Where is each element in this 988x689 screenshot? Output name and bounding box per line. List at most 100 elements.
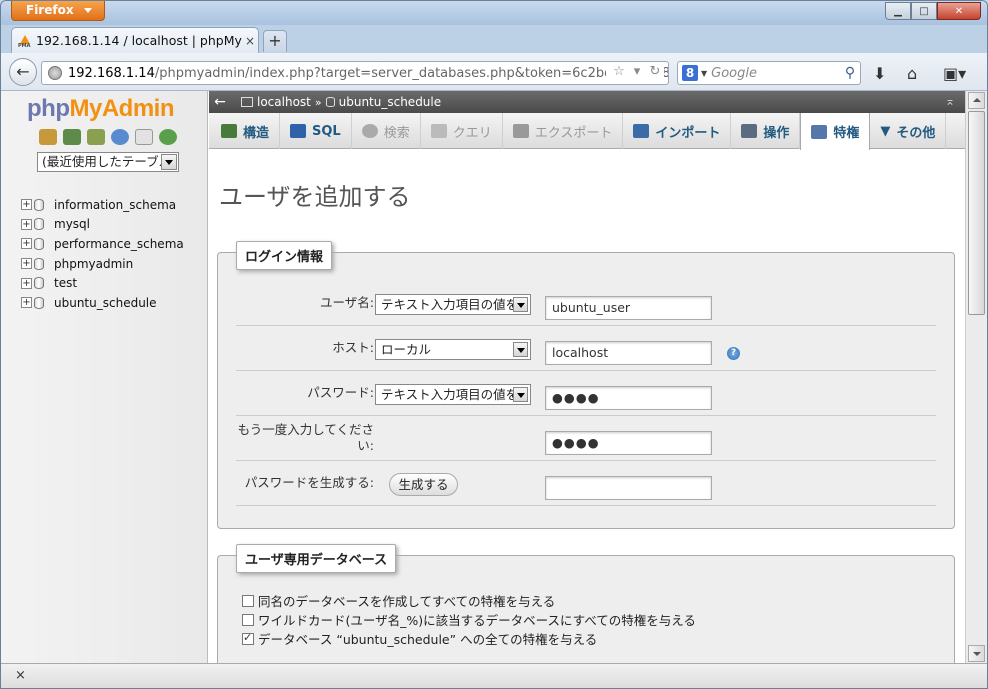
tab-export[interactable]: エクスポート [503, 113, 624, 149]
help-icon[interactable] [111, 129, 129, 145]
database-name[interactable]: mysql [54, 217, 90, 231]
bookmarks-menu-icon[interactable]: ▣▾ [943, 64, 966, 83]
site-identity-icon[interactable] [48, 66, 62, 80]
database-item[interactable]: + ubuntu_schedule [21, 293, 184, 313]
collapse-top-menu-icon[interactable]: ⌅ [945, 94, 955, 108]
login-info-legend: ログイン情報 [236, 241, 333, 270]
tab-operations[interactable]: 操作 [731, 113, 801, 149]
expand-icon[interactable]: + [21, 218, 32, 230]
reload-icon[interactable]: ↻ [646, 64, 664, 79]
generate-password-button[interactable]: 生成する [389, 473, 458, 496]
database-icon [34, 218, 44, 231]
search-bar[interactable]: 8 ▼ Google ⚲ [677, 61, 861, 85]
home-icon[interactable]: ⌂ [907, 64, 917, 83]
database-item[interactable]: + test [21, 273, 184, 293]
database-item[interactable]: + performance_schema [21, 234, 184, 254]
database-name[interactable]: test [54, 276, 77, 290]
generated-password-input[interactable] [545, 476, 712, 500]
tab-import[interactable]: インポート [623, 113, 732, 149]
recent-tables-select[interactable]: (最近使用したテーブル [37, 152, 179, 172]
host-input[interactable]: localhost [545, 341, 712, 365]
search-input[interactable]: Google [711, 66, 840, 81]
expand-icon[interactable]: + [21, 297, 32, 309]
firefox-menu-button[interactable]: Firefox [11, 1, 105, 21]
tab-label: 構造 [243, 125, 270, 141]
collapse-navigation-icon[interactable]: ← [209, 94, 231, 110]
grant-db-label[interactable]: データベース “ubuntu_schedule” への全ての特権を与える [258, 629, 597, 648]
create-db-option[interactable]: 同名のデータベースを作成してすべての特権を与える [242, 591, 555, 610]
password-type-select[interactable]: テキスト入力項目の値を [375, 384, 531, 405]
tab-query[interactable]: クエリ [421, 113, 503, 149]
breadcrumb-separator: » [314, 95, 322, 109]
query-icon [430, 124, 447, 138]
username-row: ユーザ名: テキスト入力項目の値を ubuntu_user [236, 281, 936, 326]
database-name[interactable]: information_schema [54, 198, 176, 212]
maximize-button[interactable]: □ [911, 2, 937, 20]
close-addon-bar-icon[interactable]: × [15, 668, 26, 683]
tab-structure[interactable]: 構造 [211, 113, 281, 149]
breadcrumb-server[interactable]: localhost [241, 95, 311, 109]
wildcard-db-checkbox[interactable] [242, 613, 254, 626]
vertical-scrollbar[interactable] [965, 91, 987, 663]
username-type-select[interactable]: テキスト入力項目の値を [375, 294, 531, 315]
wildcard-db-label[interactable]: ワイルドカード(ユーザ名_%)に該当するデータベースにすべての特権を与える [258, 610, 696, 629]
reload-navigation-icon[interactable] [159, 129, 177, 145]
close-window-button[interactable]: ✕ [937, 2, 981, 20]
google-icon[interactable]: 8 [682, 65, 698, 81]
wildcard-db-option[interactable]: ワイルドカード(ユーザ名_%)に該当するデータベースにすべての特権を与える [242, 610, 696, 629]
database-item[interactable]: + phpmyadmin [21, 254, 184, 274]
browser-window: Firefox ▁ □ ✕ PMA 192.168.1.14 / localho… [0, 0, 988, 689]
url-bar[interactable]: 192.168.1.14 /phpmyadmin/index.php?targe… [41, 61, 669, 85]
tab-label: クエリ [452, 125, 492, 141]
url-bar-icons: ☆ ▾ ↻ [606, 64, 664, 79]
database-name[interactable]: ubuntu_schedule [54, 296, 157, 310]
chevron-down-icon [161, 154, 177, 170]
help-icon[interactable]: ? [727, 347, 740, 360]
create-db-checkbox[interactable] [242, 594, 254, 607]
search-icon[interactable]: ⚲ [840, 65, 860, 81]
query-window-icon[interactable] [87, 129, 105, 145]
host-type-select[interactable]: ローカル [375, 339, 531, 360]
scroll-down-button[interactable] [968, 645, 985, 662]
minimize-button[interactable]: ▁ [885, 2, 911, 20]
grant-db-checkbox[interactable] [242, 631, 254, 645]
breadcrumb-database[interactable]: ubuntu_schedule [325, 95, 441, 109]
database-icon [325, 97, 335, 107]
back-button[interactable]: ← [9, 58, 37, 86]
database-name[interactable]: phpmyadmin [54, 257, 133, 271]
password-input[interactable]: ●●●● [545, 386, 712, 410]
username-input[interactable]: ubuntu_user [545, 296, 712, 320]
database-name[interactable]: performance_schema [54, 237, 184, 251]
tab-privileges[interactable]: 特権 [800, 113, 871, 150]
expand-icon[interactable]: + [21, 277, 32, 289]
scroll-up-button[interactable] [968, 92, 985, 109]
expand-icon[interactable]: + [21, 258, 32, 270]
browser-tab[interactable]: PMA 192.168.1.14 / localhost | phpMyA...… [11, 27, 259, 53]
tab-close-icon[interactable]: × [242, 34, 258, 48]
database-item[interactable]: + information_schema [21, 195, 184, 215]
database-item[interactable]: + mysql [21, 215, 184, 235]
bookmark-star-icon[interactable]: ☆ [610, 64, 628, 79]
new-tab-button[interactable]: + [263, 30, 287, 52]
home-icon[interactable] [39, 129, 57, 145]
tab-more[interactable]: ▼ その他 [870, 113, 947, 149]
expand-icon[interactable]: + [21, 199, 32, 211]
scroll-thumb[interactable] [968, 111, 985, 315]
dropmarker-icon[interactable]: ▾ [628, 64, 646, 79]
tab-label: エクスポート [534, 125, 613, 141]
tab-sql[interactable]: SQL [280, 113, 352, 149]
url-host: 192.168.1.14 [68, 65, 155, 81]
database-icon [34, 237, 44, 250]
grant-db-option[interactable]: データベース “ubuntu_schedule” への全ての特権を与える [242, 629, 597, 648]
create-db-label[interactable]: 同名のデータベースを作成してすべての特権を与える [258, 591, 555, 610]
logout-icon[interactable] [63, 129, 81, 145]
retype-password-input[interactable]: ●●●● [545, 431, 712, 455]
documentation-icon[interactable] [135, 129, 153, 145]
expand-icon[interactable]: + [21, 238, 32, 250]
download-icon[interactable]: ⬇ [873, 64, 886, 83]
tab-label: インポート [655, 125, 721, 141]
search-engine-dropdown-icon[interactable]: ▼ [701, 69, 707, 78]
username-type-value: テキスト入力項目の値を [381, 297, 519, 312]
tab-search[interactable]: 検索 [352, 113, 421, 149]
phpmyadmin-logo[interactable]: phpMyAdmin [27, 95, 175, 123]
